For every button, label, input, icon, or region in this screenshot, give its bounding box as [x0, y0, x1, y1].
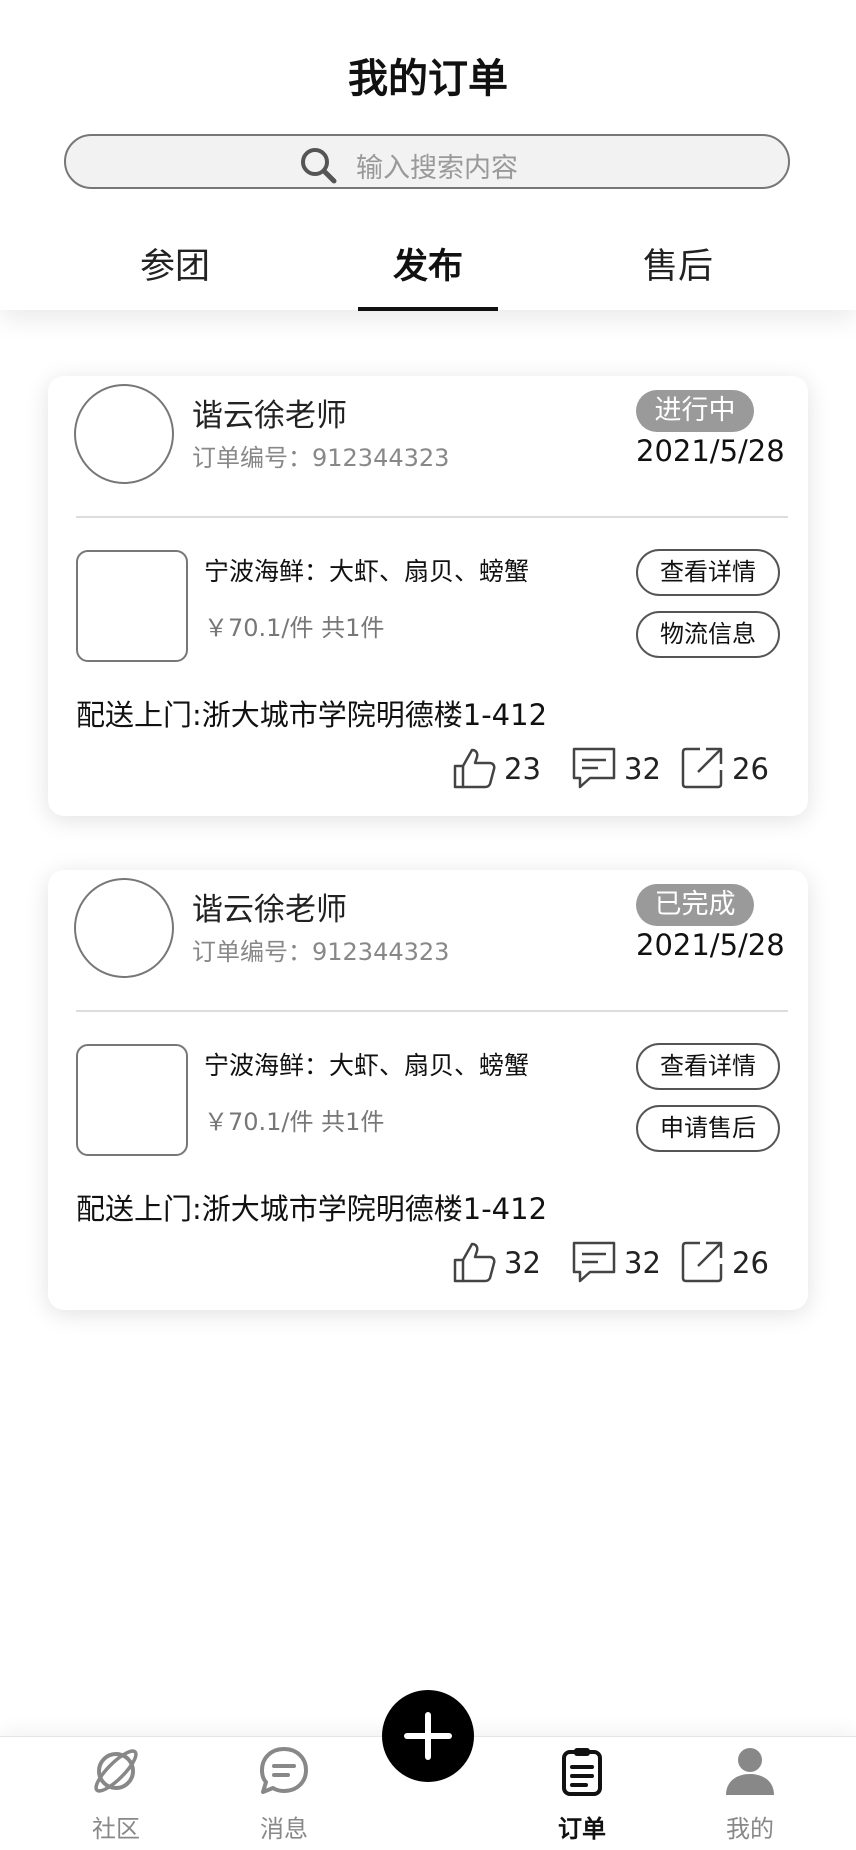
add-button[interactable] — [382, 1690, 474, 1782]
page-title: 我的订单 — [348, 56, 508, 102]
share-icon — [681, 747, 723, 789]
share-count: 26 — [732, 752, 769, 786]
product-price: ￥70.1/件 共1件 — [204, 614, 385, 642]
comment-count: 32 — [624, 1246, 661, 1280]
view-details-button[interactable]: 查看详情 — [636, 1043, 780, 1090]
avatar — [74, 878, 174, 978]
view-details-button[interactable]: 查看详情 — [636, 549, 780, 596]
nav-label-orders: 订单 — [558, 1815, 606, 1843]
nav-item-messages[interactable]: 消息 — [224, 1737, 344, 1850]
comment-icon — [572, 747, 616, 789]
divider — [76, 1010, 788, 1012]
like-stat[interactable]: 23 — [450, 744, 541, 792]
clipboard-icon — [562, 1748, 602, 1796]
comment-stat[interactable]: 32 — [570, 744, 661, 792]
tab-publish[interactable]: 发布 — [353, 238, 503, 289]
status-badge: 进行中 — [636, 390, 754, 432]
planet-icon — [94, 1749, 138, 1793]
comment-icon — [572, 1241, 616, 1283]
share-stat[interactable]: 26 — [678, 744, 778, 792]
divider — [76, 516, 788, 518]
nav-item-orders[interactable]: 订单 — [522, 1737, 642, 1850]
share-stat[interactable]: 26 — [678, 1238, 778, 1286]
order-number: 订单编号：912344323 — [192, 444, 450, 472]
tab-join-group[interactable]: 参团 — [100, 238, 250, 289]
status-badge: 已完成 — [636, 884, 754, 926]
product-price: ￥70.1/件 共1件 — [204, 1108, 385, 1136]
delivery-address: 配送上门:浙大城市学院明德楼1-412 — [76, 698, 548, 732]
after-sales-request-button[interactable]: 申请售后 — [636, 1105, 780, 1152]
comment-count: 32 — [624, 752, 661, 786]
nav-label-profile: 我的 — [726, 1815, 774, 1843]
product-thumbnail[interactable] — [76, 1044, 188, 1156]
plus-icon — [404, 1712, 452, 1760]
order-card[interactable]: 谐云徐老师 订单编号：912344323 进行中 2021/5/28 宁波海鲜：… — [48, 376, 808, 816]
thumbs-up-icon — [453, 748, 496, 789]
search-icon — [301, 148, 337, 184]
nav-item-community[interactable]: 社区 — [56, 1737, 176, 1850]
nav-label-community: 社区 — [92, 1815, 140, 1843]
search-input[interactable]: 输入搜索内容 — [356, 146, 518, 185]
order-date: 2021/5/28 — [636, 928, 785, 962]
active-tab-indicator — [358, 307, 498, 311]
logistics-info-button[interactable]: 物流信息 — [636, 611, 780, 658]
avatar — [74, 384, 174, 484]
header: 我的订单 输入搜索内容 参团 发布 售后 — [0, 0, 856, 311]
user-name: 谐云徐老师 — [192, 892, 347, 928]
person-icon — [726, 1748, 774, 1795]
share-count: 26 — [732, 1246, 769, 1280]
order-card[interactable]: 谐云徐老师 订单编号：912344323 已完成 2021/5/28 宁波海鲜：… — [48, 870, 808, 1310]
tab-after-sales[interactable]: 售后 — [603, 238, 753, 289]
message-icon — [260, 1747, 308, 1794]
product-name: 宁波海鲜：大虾、扇贝、螃蟹 — [204, 1051, 530, 1080]
comment-stat[interactable]: 32 — [570, 1238, 661, 1286]
user-name: 谐云徐老师 — [192, 398, 347, 434]
like-count: 23 — [504, 752, 541, 786]
like-count: 32 — [504, 1246, 541, 1280]
like-stat[interactable]: 32 — [450, 1238, 541, 1286]
order-number: 订单编号：912344323 — [192, 938, 450, 966]
search-bar[interactable]: 输入搜索内容 — [64, 134, 790, 189]
delivery-address: 配送上门:浙大城市学院明德楼1-412 — [76, 1192, 548, 1226]
order-date: 2021/5/28 — [636, 434, 785, 468]
share-icon — [681, 1241, 723, 1283]
product-name: 宁波海鲜：大虾、扇贝、螃蟹 — [204, 557, 530, 586]
thumbs-up-icon — [453, 1242, 496, 1283]
nav-item-profile[interactable]: 我的 — [690, 1737, 810, 1850]
product-thumbnail[interactable] — [76, 550, 188, 662]
nav-label-messages: 消息 — [260, 1815, 308, 1843]
